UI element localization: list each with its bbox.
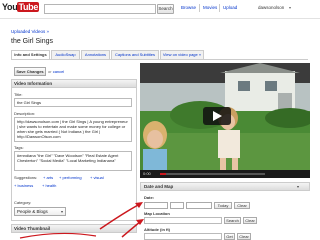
youtube-edit-video-page: YouTube Search Browse Movies Upload daws… — [0, 0, 320, 240]
annotation-arrows — [19, 202, 144, 239]
